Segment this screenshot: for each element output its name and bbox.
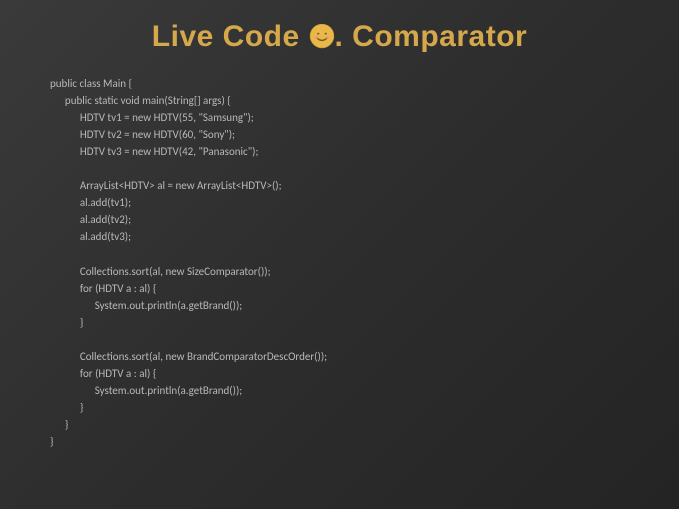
title-text-1: Live Code bbox=[152, 20, 309, 53]
slide-container: Live Code . Comparator public class Main… bbox=[0, 0, 679, 509]
smile-icon bbox=[309, 23, 335, 57]
slide-title: Live Code . Comparator bbox=[40, 20, 639, 57]
title-text-2: . Comparator bbox=[335, 20, 528, 53]
code-block: public class Main { public static void m… bbox=[40, 75, 639, 450]
